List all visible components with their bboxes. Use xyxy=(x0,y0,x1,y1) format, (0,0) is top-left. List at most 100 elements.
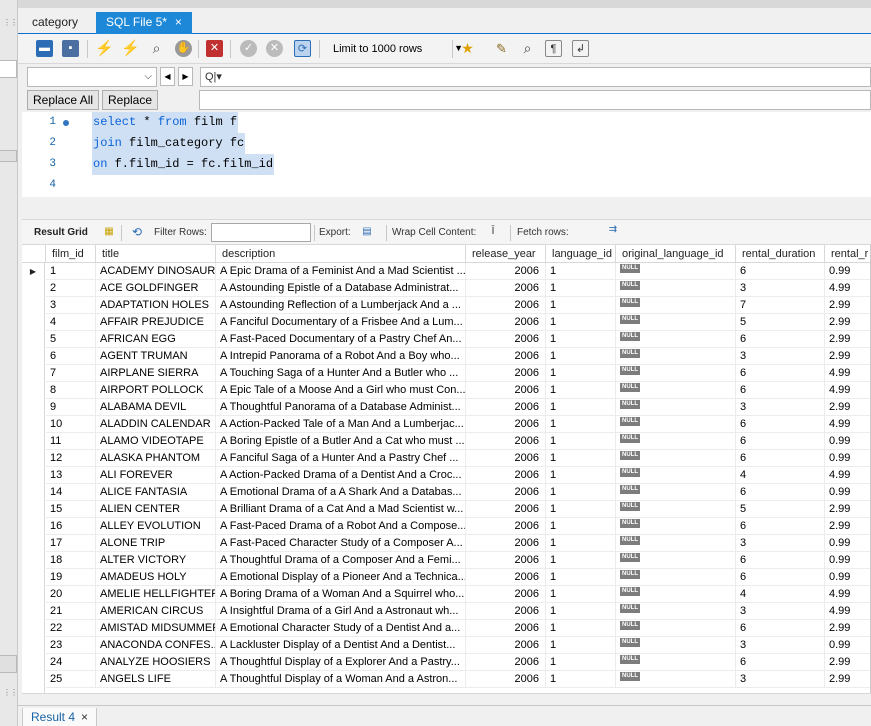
tab-category[interactable]: category xyxy=(22,12,88,34)
column-header[interactable]: release_year xyxy=(466,245,546,263)
table-cell[interactable]: 23 xyxy=(46,637,96,654)
table-cell[interactable]: 1 xyxy=(546,654,616,671)
table-cell[interactable]: 1 xyxy=(546,433,616,450)
tab-sql-file-5[interactable]: SQL File 5* × xyxy=(96,12,192,34)
table-cell[interactable]: 2006 xyxy=(466,433,546,450)
row-selector[interactable] xyxy=(22,399,45,416)
table-cell[interactable]: 1 xyxy=(546,297,616,314)
table-cell[interactable]: A Lackluster Display of a Dentist And a … xyxy=(216,637,466,654)
replace-input[interactable] xyxy=(199,90,871,110)
table-cell[interactable]: 13 xyxy=(46,467,96,484)
table-cell[interactable]: ALONE TRIP xyxy=(96,535,216,552)
null-cell[interactable]: NULL xyxy=(616,586,736,603)
table-cell[interactable]: 4.99 xyxy=(825,382,870,399)
table-cell[interactable]: 6 xyxy=(736,331,825,348)
table-cell[interactable]: 4.99 xyxy=(825,280,870,297)
table-row[interactable]: 7 AIRPLANE SIERRA A Touching Saga of a Hun… xyxy=(22,365,870,382)
table-cell[interactable]: 22 xyxy=(46,620,96,637)
table-cell[interactable]: 24 xyxy=(46,654,96,671)
null-cell[interactable]: NULL xyxy=(616,467,736,484)
null-cell[interactable]: NULL xyxy=(616,314,736,331)
null-cell[interactable]: NULL xyxy=(616,263,736,280)
table-cell[interactable]: 3 xyxy=(736,348,825,365)
table-cell[interactable]: 6 xyxy=(736,382,825,399)
table-cell[interactable]: 19 xyxy=(46,569,96,586)
table-cell[interactable]: 2006 xyxy=(466,671,546,688)
column-header[interactable]: title xyxy=(96,245,216,263)
row-selector[interactable] xyxy=(22,535,45,552)
grid-view-icon[interactable]: ▦ xyxy=(102,225,116,239)
table-cell[interactable]: ALADDIN CALENDAR xyxy=(96,416,216,433)
row-selector[interactable] xyxy=(22,501,45,518)
result-grid-label[interactable]: Result Grid xyxy=(34,227,88,238)
table-cell[interactable]: 6 xyxy=(736,552,825,569)
column-header[interactable]: film_id xyxy=(46,245,96,263)
table-row[interactable]: 20 AMELIE HELLFIGHTERS A Boring Drama of a… xyxy=(22,586,870,603)
null-cell[interactable]: NULL xyxy=(616,518,736,535)
row-selector[interactable] xyxy=(22,586,45,603)
table-cell[interactable]: 11 xyxy=(46,433,96,450)
stop-icon[interactable]: ✋ xyxy=(175,40,192,57)
null-cell[interactable]: NULL xyxy=(616,433,736,450)
table-row[interactable]: 24 ANALYZE HOOSIERS A Thoughtful Display o… xyxy=(22,654,870,671)
table-cell[interactable]: ALI FOREVER xyxy=(96,467,216,484)
table-cell[interactable]: 4.99 xyxy=(825,365,870,382)
table-cell[interactable]: 2006 xyxy=(466,603,546,620)
table-cell[interactable]: 14 xyxy=(46,484,96,501)
column-header[interactable]: description xyxy=(216,245,466,263)
table-cell[interactable]: A Thoughtful Panorama of a Database Admi… xyxy=(216,399,466,416)
null-cell[interactable]: NULL xyxy=(616,484,736,501)
table-cell[interactable]: 1 xyxy=(546,603,616,620)
row-selector[interactable] xyxy=(22,348,45,365)
table-cell[interactable]: 4.99 xyxy=(825,467,870,484)
table-cell[interactable]: 2006 xyxy=(466,263,546,280)
table-cell[interactable]: 2006 xyxy=(466,484,546,501)
table-cell[interactable]: A Brilliant Drama of a Cat And a Mad Sci… xyxy=(216,501,466,518)
replace-button[interactable]: Replace xyxy=(102,90,159,110)
table-cell[interactable]: 1 xyxy=(546,382,616,399)
table-cell[interactable]: 6 xyxy=(736,620,825,637)
limit-rows-select[interactable]: Limit to 1000 rows ▼ xyxy=(326,39,468,59)
table-cell[interactable]: 6 xyxy=(736,365,825,382)
table-cell[interactable]: A Insightful Drama of a Girl And a Astro… xyxy=(216,603,466,620)
table-row[interactable]: 21 AMERICAN CIRCUS A Insightful Drama of a… xyxy=(22,603,870,620)
null-cell[interactable]: NULL xyxy=(616,416,736,433)
table-cell[interactable]: A Fanciful Saga of a Hunter And a Pastry… xyxy=(216,450,466,467)
row-selector[interactable] xyxy=(22,603,45,620)
table-cell[interactable]: 8 xyxy=(46,382,96,399)
table-cell[interactable]: 0.99 xyxy=(825,637,870,654)
save-icon[interactable]: ▪ xyxy=(62,40,79,57)
table-cell[interactable]: A Astounding Epistle of a Database Admin… xyxy=(216,280,466,297)
table-row[interactable]: 13 ALI FOREVER A Action-Packed Drama of a … xyxy=(22,467,870,484)
table-cell[interactable]: 6 xyxy=(46,348,96,365)
table-row[interactable]: 25 ANGELS LIFE A Thoughtful Display of a W… xyxy=(22,671,870,688)
table-cell[interactable]: AGENT TRUMAN xyxy=(96,348,216,365)
null-cell[interactable]: NULL xyxy=(616,671,736,688)
table-cell[interactable]: 0.99 xyxy=(825,484,870,501)
table-cell[interactable]: 2006 xyxy=(466,467,546,484)
table-cell[interactable]: 1 xyxy=(546,484,616,501)
row-selector[interactable] xyxy=(22,314,45,331)
table-cell[interactable]: A Fast-Paced Documentary of a Pastry Che… xyxy=(216,331,466,348)
table-cell[interactable]: 3 xyxy=(736,603,825,620)
row-selector[interactable] xyxy=(22,654,45,671)
table-cell[interactable]: A Astounding Reflection of a Lumberjack … xyxy=(216,297,466,314)
table-cell[interactable]: AIRPLANE SIERRA xyxy=(96,365,216,382)
table-cell[interactable]: 6 xyxy=(736,263,825,280)
table-cell[interactable]: 4 xyxy=(736,467,825,484)
table-cell[interactable]: 2006 xyxy=(466,331,546,348)
table-cell[interactable]: A Thoughtful Display of a Woman And a As… xyxy=(216,671,466,688)
table-row[interactable]: 22 AMISTAD MIDSUMMER A Emotional Character… xyxy=(22,620,870,637)
column-header[interactable]: rental_r xyxy=(825,245,870,263)
table-row[interactable]: 2 ACE GOLDFINGER A Astounding Epistle of a… xyxy=(22,280,870,297)
row-selector[interactable] xyxy=(22,280,45,297)
table-cell[interactable]: ALABAMA DEVIL xyxy=(96,399,216,416)
find-mode-select[interactable]: ⌵ xyxy=(27,67,157,87)
table-cell[interactable]: 2006 xyxy=(466,382,546,399)
table-cell[interactable]: 7 xyxy=(46,365,96,382)
table-cell[interactable]: 1 xyxy=(546,331,616,348)
invisible-chars-icon[interactable]: ¶ xyxy=(545,40,562,57)
table-cell[interactable]: 2006 xyxy=(466,314,546,331)
table-cell[interactable]: 2006 xyxy=(466,450,546,467)
table-cell[interactable]: 4 xyxy=(736,586,825,603)
